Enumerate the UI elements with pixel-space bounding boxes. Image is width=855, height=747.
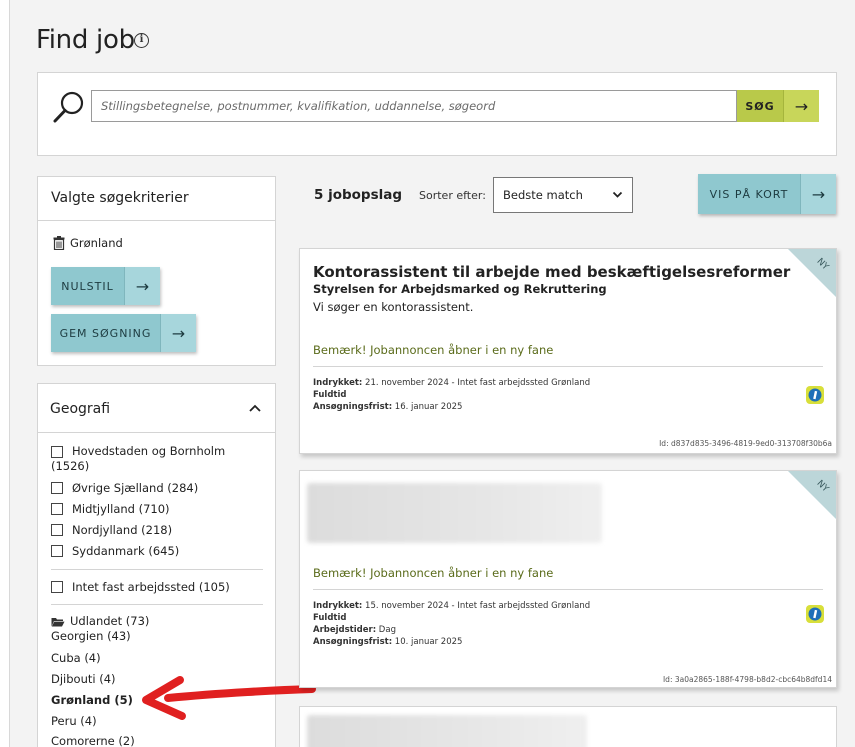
region-label: Midtjylland (710) (72, 502, 170, 516)
deadline-value: 16. januar 2025 (392, 402, 463, 412)
sort-label: Sorter efter: (419, 189, 486, 202)
criteria-title: Valgte søgekriterier (51, 190, 189, 206)
job-meta: Indrykket: 15. november 2024 - Intet fas… (313, 600, 590, 648)
region-checkbox-syddanmark[interactable] (51, 545, 63, 557)
page-title: Find job (36, 25, 135, 55)
arrow-right-icon: → (160, 314, 196, 352)
country-item[interactable]: Comorerne (2) (51, 734, 135, 747)
country-item[interactable]: Georgien (43) (51, 629, 131, 643)
job-card[interactable] (299, 706, 837, 747)
job-meta: Indrykket: 21. november 2024 - Intet fas… (313, 377, 590, 413)
chevron-down-icon (612, 191, 623, 198)
jobnet-logo-icon (806, 386, 824, 404)
job-type: Fuldtid (313, 390, 347, 400)
job-notice: Bemærk! Jobannoncen åbner i en ny fane (313, 566, 554, 580)
hours-label: Arbejdstider: (313, 625, 377, 635)
divider (313, 589, 823, 590)
abroad-label[interactable]: Udlandet (73) (70, 614, 149, 628)
region-label: Syddanmark (645) (72, 544, 180, 558)
no-fixed-workplace-checkbox[interactable] (51, 581, 63, 593)
save-search-button-label: GEM SØGNING (51, 314, 160, 352)
info-icon[interactable]: i (134, 33, 149, 48)
job-id: Id: d837d835-3496-4819-9ed0-313708f30b6a (659, 439, 832, 448)
results-count: 5 jobopslag (314, 187, 403, 203)
divider (37, 220, 276, 221)
posted-label: Indrykket: (313, 378, 363, 388)
country-item[interactable]: Cuba (4) (51, 651, 101, 665)
search-button-label: SØG (737, 90, 783, 122)
posted-value: 21. november 2024 - Intet fast arbejdsst… (362, 378, 591, 388)
region-label: Nordjylland (218) (72, 523, 173, 537)
divider (51, 569, 263, 570)
show-on-map-button[interactable]: VIS PÅ KORT → (698, 174, 836, 214)
job-notice: Bemærk! Jobannoncen åbner i en ny fane (313, 343, 554, 357)
show-on-map-label: VIS PÅ KORT (698, 174, 800, 214)
blurred-job-details (307, 715, 587, 747)
country-item-selected[interactable]: Grønland (5) (51, 693, 133, 707)
job-card[interactable]: NY Bemærk! Jobannoncen åbner i en ny fan… (299, 470, 837, 688)
arrow-right-icon: → (124, 267, 160, 305)
divider (51, 604, 263, 605)
annotation-arrow (142, 676, 316, 720)
region-label: Hovedstaden og Bornholm (72, 444, 226, 458)
job-card[interactable]: NY Kontorassistent til arbejde med beskæ… (299, 248, 837, 454)
left-border (0, 0, 10, 747)
arrow-right-icon: → (783, 90, 819, 122)
geography-title: Geografi (50, 401, 111, 417)
blurred-job-details (307, 483, 602, 543)
jobnet-logo-icon (806, 605, 824, 623)
region-checkbox-nordjylland[interactable] (51, 524, 63, 536)
no-fixed-workplace-label: Intet fast arbejdssted (105) (72, 580, 230, 594)
posted-label: Indrykket: (313, 601, 363, 611)
arrow-right-icon: → (800, 174, 836, 214)
folder-open-icon (51, 618, 65, 627)
job-id: Id: 3a0a2865-188f-4798-b8d2-cbc64b8dfd14 (662, 675, 832, 684)
divider (313, 366, 823, 367)
trash-icon[interactable] (53, 236, 65, 250)
deadline-label: Ansøgningsfrist: (313, 402, 393, 412)
region-label: Øvrige Sjælland (284) (72, 481, 199, 495)
country-item[interactable]: Peru (4) (51, 714, 97, 728)
region-count: (1526) (51, 459, 90, 473)
magnifier-icon (53, 91, 84, 123)
save-search-button[interactable]: GEM SØGNING → (51, 314, 196, 352)
reset-button[interactable]: NULSTIL → (51, 267, 160, 305)
search-button[interactable]: SØG → (737, 90, 819, 122)
new-badge: NY (788, 471, 836, 519)
sort-select-value: Bedste match (503, 188, 583, 202)
criteria-chip-label: Grønland (70, 236, 123, 250)
job-company: Styrelsen for Arbejdsmarked og Rekrutter… (313, 282, 607, 296)
job-title[interactable]: Kontorassistent til arbejde med beskæfti… (313, 263, 790, 281)
new-badge: NY (788, 249, 836, 297)
region-checkbox-sjaelland[interactable] (51, 482, 63, 494)
reset-button-label: NULSTIL (51, 267, 124, 305)
divider (37, 432, 276, 433)
hours-value: Dag (376, 625, 396, 635)
job-description: Vi søger en kontorassistent. (313, 300, 474, 314)
country-item[interactable]: Djibouti (4) (51, 672, 116, 686)
region-checkbox-hovedstaden[interactable] (51, 446, 63, 458)
deadline-value: 10. januar 2025 (392, 637, 463, 647)
chevron-up-icon[interactable] (248, 403, 262, 413)
deadline-label: Ansøgningsfrist: (313, 637, 393, 647)
job-type: Fuldtid (313, 613, 347, 623)
posted-value: 15. november 2024 - Intet fast arbejdsst… (362, 601, 591, 611)
region-checkbox-midtjylland[interactable] (51, 503, 63, 515)
search-input[interactable] (91, 90, 737, 122)
